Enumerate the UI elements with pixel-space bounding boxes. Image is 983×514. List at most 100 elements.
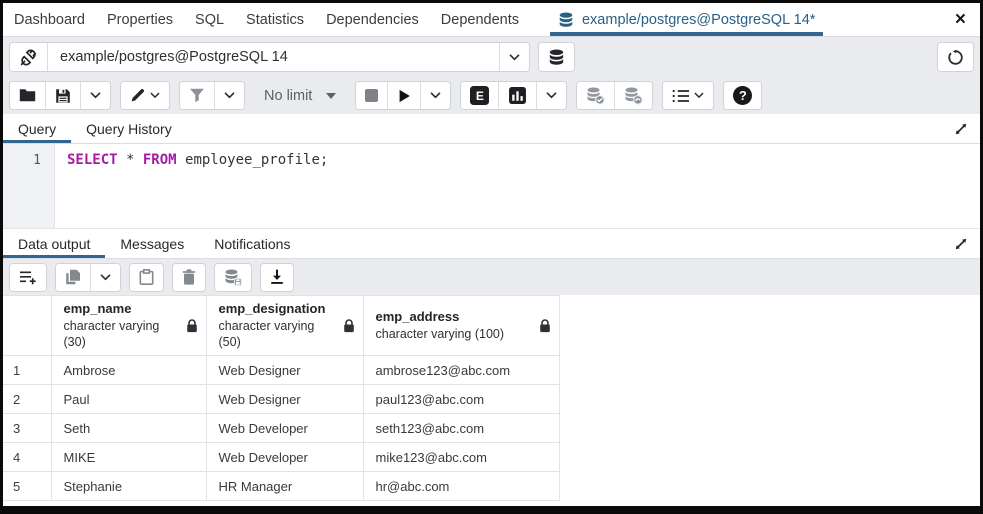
refresh-button[interactable]	[938, 43, 973, 71]
select-all-corner[interactable]	[3, 295, 52, 357]
top-tab-bar: Dashboard Properties SQL Statistics Depe…	[3, 3, 980, 37]
expand-output-panel-button[interactable]	[954, 237, 968, 251]
stop-icon	[365, 89, 379, 102]
connection-select[interactable]: example/postgres@PostgreSQL 14	[47, 43, 499, 71]
cell-emp-address[interactable]: paul123@abc.com	[362, 384, 560, 415]
tab-properties[interactable]: Properties	[96, 3, 184, 36]
macros-button[interactable]	[663, 82, 714, 109]
explain-group: E	[460, 81, 568, 110]
cell-emp-name[interactable]: Seth	[50, 413, 207, 444]
cell-emp-address[interactable]: ambrose123@abc.com	[362, 355, 560, 386]
pgadmin-window: Dashboard Properties SQL Statistics Depe…	[0, 0, 983, 514]
tab-data-output[interactable]: Data output	[3, 229, 105, 258]
delete-row-button[interactable]	[173, 263, 205, 291]
copy-icon	[65, 269, 81, 285]
save-file-button[interactable]	[45, 82, 80, 109]
execute-group	[355, 81, 452, 110]
cell-emp-name[interactable]: Stephanie	[50, 471, 207, 502]
save-options-chevron[interactable]	[80, 82, 110, 109]
tab-dashboard[interactable]: Dashboard	[3, 3, 96, 36]
cell-emp-designation[interactable]: Web Designer	[205, 355, 364, 386]
connection-group: example/postgres@PostgreSQL 14	[9, 42, 530, 72]
row-number-cell[interactable]: 3	[3, 413, 52, 444]
refresh-icon	[947, 49, 964, 66]
download-group	[260, 262, 294, 292]
cell-emp-name[interactable]: MIKE	[50, 442, 207, 473]
filter-button[interactable]	[180, 82, 214, 109]
trash-icon	[182, 269, 196, 285]
tab-dependents[interactable]: Dependents	[430, 3, 530, 36]
tab-query[interactable]: Query	[3, 114, 71, 143]
table-row: 1 Ambrose Web Designer ambrose123@abc.co…	[3, 355, 560, 386]
add-row-button[interactable]	[10, 263, 46, 291]
cell-emp-address[interactable]: hr@abc.com	[362, 471, 560, 502]
connection-chevron-button[interactable]	[499, 43, 529, 71]
pencil-icon	[130, 88, 145, 103]
paste-button[interactable]	[130, 263, 163, 291]
rollback-button[interactable]	[614, 82, 653, 109]
database-save-icon	[224, 269, 242, 286]
chevron-down-icon	[150, 92, 160, 99]
row-number-cell[interactable]: 1	[3, 355, 52, 386]
save-data-group	[214, 262, 252, 292]
output-panel-tabs: Data output Messages Notifications	[3, 229, 980, 259]
close-icon[interactable]: ×	[955, 10, 966, 29]
execute-options-chevron[interactable]	[420, 82, 451, 109]
expand-diagonal-icon	[954, 122, 968, 136]
row-number-cell[interactable]: 2	[3, 384, 52, 415]
refresh-group	[937, 42, 974, 72]
ordered-list-icon	[672, 89, 690, 103]
open-file-button[interactable]	[10, 82, 45, 109]
cell-emp-designation[interactable]: Web Developer	[205, 442, 364, 473]
sql-statement: SELECT * FROM employee_profile;	[67, 152, 329, 168]
cell-emp-designation[interactable]: Web Designer	[205, 384, 364, 415]
column-header-emp-name[interactable]: emp_name character varying (30)	[50, 295, 207, 357]
results-table: emp_name character varying (30) emp_desi…	[3, 295, 560, 502]
stop-button[interactable]	[356, 82, 388, 109]
cell-emp-address[interactable]: mike123@abc.com	[362, 442, 560, 473]
row-limit-select[interactable]: No limit	[254, 88, 346, 104]
cell-emp-designation[interactable]: HR Manager	[205, 471, 364, 502]
expand-query-panel-button[interactable]	[954, 122, 968, 136]
cell-emp-name[interactable]: Paul	[50, 384, 207, 415]
help-button[interactable]: ?	[724, 82, 762, 109]
column-header-emp-address[interactable]: emp_address character varying (100)	[362, 295, 560, 357]
query-panel-tabs: Query Query History	[3, 114, 980, 144]
tab-messages[interactable]: Messages	[105, 229, 199, 258]
new-connection-group	[538, 42, 575, 72]
commit-button[interactable]	[577, 82, 615, 109]
database-icon	[558, 12, 574, 28]
tab-statistics[interactable]: Statistics	[235, 3, 315, 36]
sql-editor[interactable]: 1 SELECT * FROM employee_profile;	[3, 144, 980, 229]
tab-query-tool-active[interactable]: example/postgres@PostgreSQL 14*	[550, 3, 823, 36]
filter-options-chevron[interactable]	[214, 82, 244, 109]
explain-button[interactable]: E	[461, 82, 499, 109]
cell-emp-name[interactable]: Ambrose	[50, 355, 207, 386]
tab-query-history[interactable]: Query History	[71, 114, 187, 143]
save-data-changes-button[interactable]	[215, 263, 251, 291]
chevron-down-icon	[90, 92, 101, 99]
copy-options-chevron[interactable]	[90, 263, 120, 291]
row-number-cell[interactable]: 5	[3, 471, 52, 502]
editor-code-area[interactable]: SELECT * FROM employee_profile;	[55, 144, 980, 228]
column-type: character varying (50)	[218, 318, 315, 350]
cell-emp-designation[interactable]: Web Developer	[205, 413, 364, 444]
tab-dependencies[interactable]: Dependencies	[315, 3, 430, 36]
column-header-emp-designation[interactable]: emp_designation character varying (50)	[205, 295, 364, 357]
chevron-down-icon	[430, 92, 441, 99]
table-row: 4 MIKE Web Developer mike123@abc.com	[3, 442, 560, 473]
edit-button[interactable]	[121, 82, 169, 109]
chevron-down-icon	[100, 273, 111, 281]
toolbar-region: example/postgres@PostgreSQL 14 No limit …	[3, 37, 980, 114]
explain-analyze-button[interactable]	[498, 82, 537, 109]
cell-emp-address[interactable]: seth123@abc.com	[362, 413, 560, 444]
download-results-button[interactable]	[261, 263, 293, 291]
connection-status-button[interactable]	[10, 43, 47, 71]
new-connection-button[interactable]	[539, 43, 574, 71]
execute-button[interactable]	[387, 82, 421, 109]
tab-sql[interactable]: SQL	[184, 3, 235, 36]
copy-button[interactable]	[56, 263, 90, 291]
explain-options-chevron[interactable]	[536, 82, 567, 109]
row-number-cell[interactable]: 4	[3, 442, 52, 473]
tab-notifications[interactable]: Notifications	[199, 229, 305, 258]
